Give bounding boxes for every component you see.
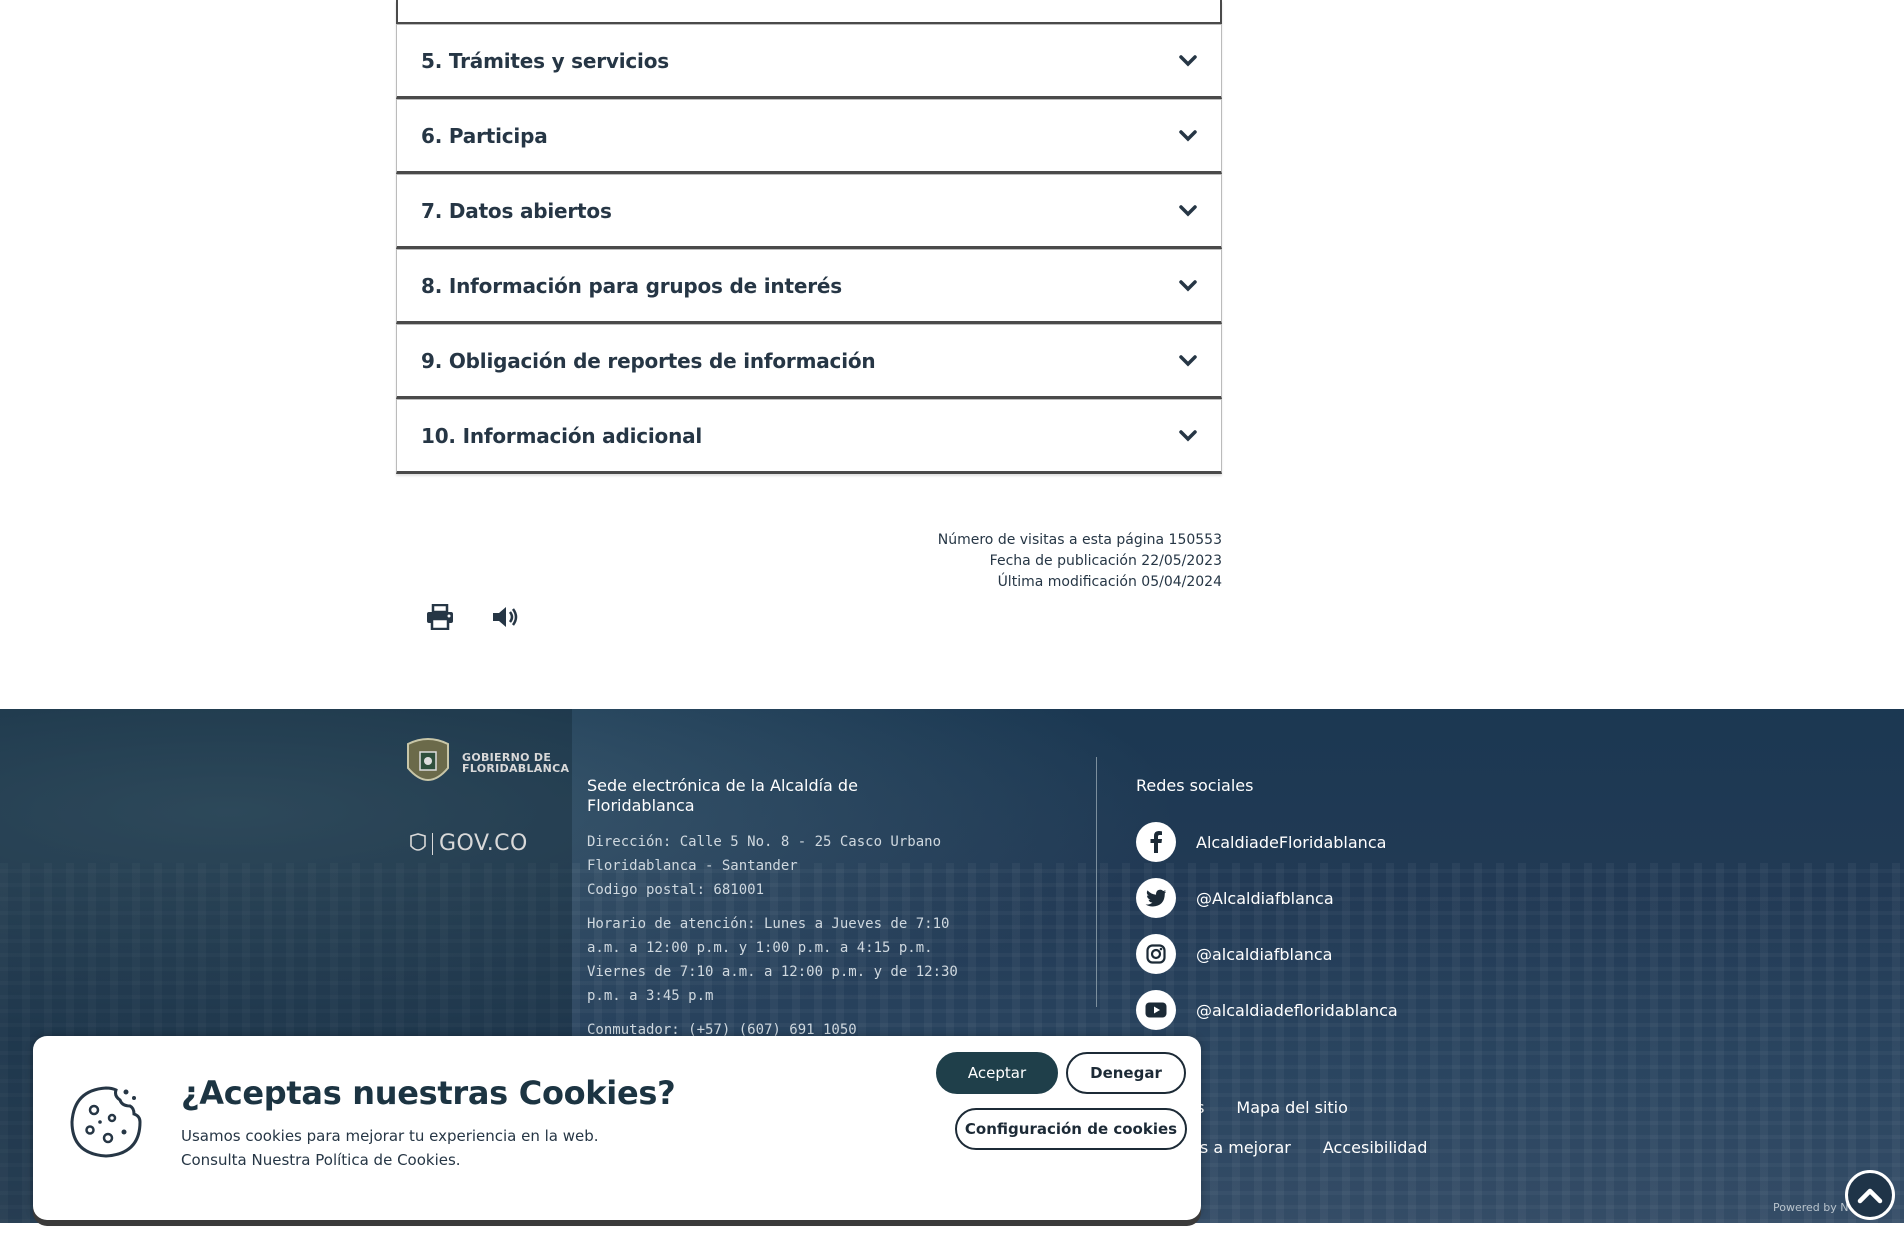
sede-info: Sede electrónica de la Alcaldía de Flori… — [587, 776, 967, 1042]
accept-cookies-button[interactable]: Aceptar — [936, 1052, 1058, 1094]
social-link-facebook[interactable]: AlcaldiadeFloridablanca — [1136, 822, 1398, 862]
instagram-icon — [1136, 934, 1176, 974]
footer-links: tas Mapa del sitio nos a mejorar Accesib… — [1180, 1087, 1427, 1167]
social-link-instagram[interactable]: @alcaldiafblanca — [1136, 934, 1398, 974]
gobierno-floridablanca-logo[interactable]: GOBIERNO DE FLORIDABLANCA — [400, 734, 569, 792]
footer-link-accessibility[interactable]: Accesibilidad — [1323, 1138, 1428, 1157]
volume-icon[interactable] — [489, 600, 523, 634]
accordion-item-label: 9. Obligación de reportes de información — [421, 348, 876, 373]
social-link-twitter[interactable]: @Alcaldiafblanca — [1136, 878, 1398, 918]
accordion-item-label: 8. Información para grupos de interés — [421, 273, 842, 298]
transparency-accordion: 5. Trámites y servicios 6. Participa 7. … — [396, 0, 1222, 474]
govco-separator — [432, 832, 433, 855]
powered-by: Powered by N — [1773, 1201, 1849, 1214]
modified-date: Última modificación 05/04/2024 — [997, 574, 1222, 590]
accordion-item-grupos-interes[interactable]: 8. Información para grupos de interés — [396, 249, 1222, 324]
accordion-item-previous[interactable] — [396, 0, 1222, 24]
page-tools — [423, 600, 523, 634]
govco-shield-icon — [410, 832, 426, 851]
chevron-down-icon — [1177, 350, 1199, 372]
hours-text: Horario de atención: Lunes a Jueves de 7… — [587, 916, 958, 1004]
address-text: Dirección: Calle 5 No. 8 - 25 Casco Urba… — [587, 834, 942, 874]
cookie-text: Usamos cookies para mejorar tu experienc… — [181, 1124, 599, 1172]
page: 5. Trámites y servicios 6. Participa 7. … — [0, 0, 1904, 1236]
print-icon[interactable] — [423, 600, 457, 634]
cookie-icon — [70, 1086, 142, 1158]
social-label: @alcaldiafblanca — [1196, 944, 1333, 964]
page-meta: Número de visitas a esta página 150553 F… — [396, 530, 1222, 593]
chevron-down-icon — [1177, 200, 1199, 222]
twitter-icon — [1136, 878, 1176, 918]
accordion-item-label: 7. Datos abiertos — [421, 198, 612, 223]
logo-text-line2: FLORIDABLANCA — [462, 762, 570, 775]
sede-title: Sede electrónica de la Alcaldía de Flori… — [587, 776, 858, 815]
cookie-text-line1: Usamos cookies para mejorar tu experienc… — [181, 1127, 599, 1145]
postal-code-text: Codigo postal: 681001 — [587, 882, 765, 898]
social-label: @alcaldiadefloridablanca — [1196, 1000, 1398, 1020]
chevron-up-icon — [1857, 1188, 1883, 1204]
accordion-item-label: 6. Participa — [421, 123, 548, 148]
footer-link-sitemap[interactable]: Mapa del sitio — [1236, 1098, 1347, 1117]
accordion-item-label: 10. Información adicional — [421, 423, 703, 448]
accordion-item-info-adicional[interactable]: 10. Información adicional — [396, 399, 1222, 474]
cookie-title: ¿Aceptas nuestras Cookies? — [181, 1074, 676, 1112]
chevron-down-icon — [1177, 425, 1199, 447]
accordion-item-label: 5. Trámites y servicios — [421, 48, 669, 73]
accordion-item-tramites[interactable]: 5. Trámites y servicios — [396, 24, 1222, 99]
chevron-down-icon — [1177, 50, 1199, 72]
govco-logo[interactable]: GOV.CO — [410, 831, 528, 856]
govco-text: GOV.CO — [439, 831, 528, 856]
chevron-down-icon — [1177, 275, 1199, 297]
social-title: Redes sociales — [1136, 776, 1254, 795]
cookie-policy-link[interactable]: Consulta Nuestra Política de Cookies. — [181, 1148, 599, 1172]
accordion-item-reportes[interactable]: 9. Obligación de reportes de información — [396, 324, 1222, 399]
cookie-settings-button[interactable]: Configuración de cookies — [955, 1108, 1187, 1150]
social-networks: Redes sociales AlcaldiadeFloridablanca @… — [1136, 776, 1398, 1047]
coat-of-arms-icon — [407, 738, 449, 781]
publish-date: Fecha de publicación 22/05/2023 — [989, 553, 1222, 569]
social-link-youtube[interactable]: @alcaldiadefloridablanca — [1136, 990, 1398, 1030]
social-label: AlcaldiadeFloridablanca — [1196, 832, 1387, 852]
chevron-down-icon — [1177, 125, 1199, 147]
accordion-item-datos-abiertos[interactable]: 7. Datos abiertos — [396, 174, 1222, 249]
accordion-item-participa[interactable]: 6. Participa — [396, 99, 1222, 174]
deny-cookies-button[interactable]: Denegar — [1066, 1052, 1186, 1094]
visit-count: Número de visitas a esta página 150553 — [937, 532, 1222, 548]
scroll-to-top-button[interactable] — [1845, 1170, 1895, 1220]
facebook-icon — [1136, 822, 1176, 862]
footer-divider — [1096, 757, 1097, 1007]
youtube-icon — [1136, 990, 1176, 1030]
social-label: @Alcaldiafblanca — [1196, 888, 1334, 908]
cookie-banner: ¿Aceptas nuestras Cookies? Usamos cookie… — [33, 1036, 1201, 1220]
